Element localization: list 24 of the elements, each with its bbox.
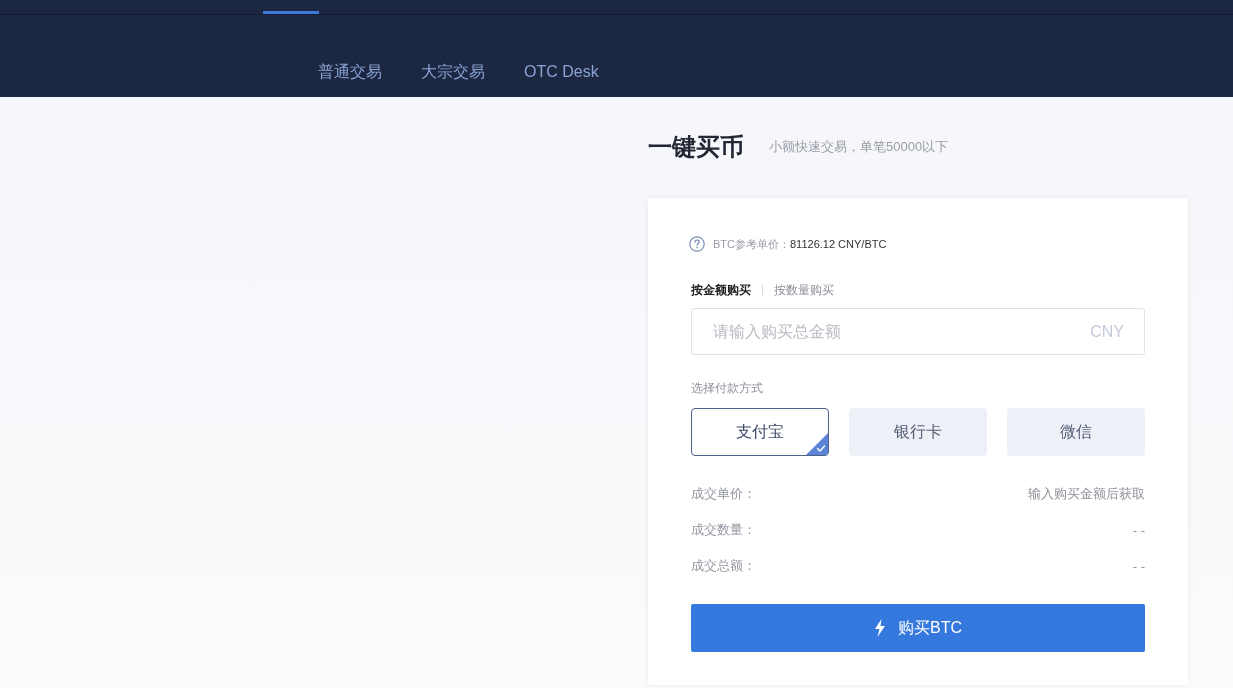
summary-label: 成交单价： xyxy=(691,485,756,503)
sub-nav-link[interactable]: 大宗交易 xyxy=(421,62,485,82)
check-corner-icon xyxy=(806,433,828,455)
summary-value: - - xyxy=(1132,522,1145,538)
buy-mode-tab[interactable]: 按数量购买 xyxy=(774,283,834,297)
help-icon[interactable] xyxy=(689,236,705,252)
page-subtitle: 小额快速交易，单笔50000以下 xyxy=(769,138,949,156)
sub-nav-link[interactable]: 普通交易 xyxy=(318,62,382,82)
payment-method-label: 选择付款方式 xyxy=(691,381,763,395)
buy-mode-tab[interactable]: 按金额购买 xyxy=(691,283,751,297)
summary-value: 输入购买金额后获取 xyxy=(1028,485,1145,503)
summary-label: 成交总额： xyxy=(691,557,756,575)
summary-label: 成交数量： xyxy=(691,521,756,539)
payment-option[interactable]: 银行卡 xyxy=(849,408,987,456)
page-title: 一键买币 xyxy=(648,132,744,162)
currency-unit: CNY xyxy=(1090,321,1124,342)
payment-option[interactable]: 微信 xyxy=(1007,408,1145,456)
reference-price-value: 81126.12 CNY/BTC xyxy=(790,238,887,250)
sub-nav-link[interactable]: OTC Desk xyxy=(524,62,599,82)
buy-button[interactable]: 购买BTC xyxy=(691,604,1145,652)
lightning-icon xyxy=(874,619,886,637)
summary-value: - - xyxy=(1132,558,1145,574)
reference-price-label: BTC参考单价： xyxy=(713,236,790,252)
payment-option[interactable]: 支付宝 xyxy=(691,408,829,456)
